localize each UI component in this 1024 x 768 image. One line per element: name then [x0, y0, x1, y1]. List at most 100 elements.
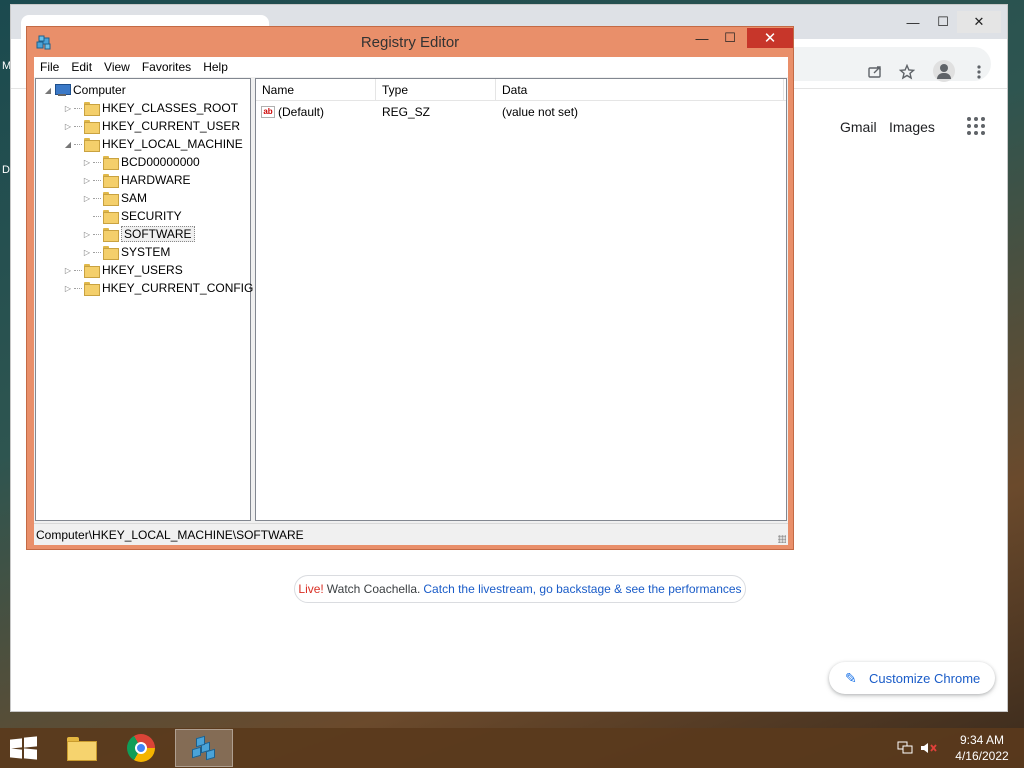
- expand-arrow-icon[interactable]: ▷: [62, 122, 74, 131]
- chrome-close-button[interactable]: ✕: [957, 11, 1001, 33]
- network-icon[interactable]: [896, 740, 914, 756]
- customize-chrome-button[interactable]: ✎ Customize Chrome: [829, 662, 995, 694]
- profile-avatar-icon[interactable]: [933, 60, 955, 82]
- folder-icon: [83, 101, 100, 116]
- tree-item-sam[interactable]: ▷ SAM: [81, 189, 147, 207]
- clock-time: 9:34 AM: [959, 733, 1005, 747]
- folder-icon: [83, 281, 100, 296]
- system-clock[interactable]: 9:34 AM 4/16/2022: [950, 732, 1014, 764]
- regedit-minimize-button[interactable]: —: [689, 28, 715, 48]
- folder-icon: [102, 209, 119, 224]
- value-name-cell: ab (Default): [261, 102, 376, 122]
- registry-editor-window: Registry Editor — ☐ ✕ File Edit View Fav…: [26, 26, 794, 550]
- expand-arrow-icon[interactable]: ▷: [81, 176, 93, 185]
- start-button[interactable]: [8, 736, 38, 760]
- tree-item-hardware[interactable]: ▷ HARDWARE: [81, 171, 191, 189]
- folder-icon: [83, 263, 100, 278]
- folder-icon: [83, 119, 100, 134]
- menu-edit[interactable]: Edit: [65, 60, 98, 74]
- expand-arrow-icon[interactable]: ▷: [81, 248, 93, 257]
- menu-help[interactable]: Help: [197, 60, 234, 74]
- tree-item-computer[interactable]: ◢ Computer: [42, 81, 126, 99]
- tree-item-hkey-current-config[interactable]: ▷ HKEY_CURRENT_CONFIG: [62, 279, 253, 297]
- regedit-menubar: File Edit View Favorites Help: [34, 57, 788, 77]
- tree-item-label: HARDWARE: [121, 173, 191, 187]
- taskbar: 9:34 AM 4/16/2022: [0, 728, 1024, 768]
- tree-item-bcd00000000[interactable]: ▷ BCD00000000: [81, 153, 200, 171]
- tree-item-label: HKEY_CURRENT_USER: [102, 119, 241, 133]
- tree-item-label: HKEY_USERS: [102, 263, 183, 277]
- share-icon[interactable]: [863, 60, 887, 84]
- tree-item-system[interactable]: ▷ SYSTEM: [81, 243, 170, 261]
- promo-link[interactable]: Catch the livestream, go backstage & see…: [423, 582, 741, 596]
- collapse-arrow-icon[interactable]: ◢: [42, 86, 54, 95]
- computer-icon: [54, 83, 71, 97]
- column-header-type[interactable]: Type: [376, 79, 496, 101]
- regedit-title: Registry Editor: [360, 33, 460, 51]
- column-header-data[interactable]: Data: [496, 79, 784, 101]
- regedit-app-icon[interactable]: [35, 33, 53, 51]
- more-icon[interactable]: [967, 60, 991, 84]
- string-value-icon: ab: [261, 106, 275, 118]
- star-icon[interactable]: [895, 60, 919, 84]
- gmail-link[interactable]: Gmail: [840, 119, 877, 135]
- folder-icon: [102, 245, 119, 260]
- volume-muted-icon[interactable]: [920, 740, 938, 756]
- registry-tree[interactable]: ◢ Computer ▷ HKEY_CLASSES_ROOT ▷ HKEY_CU…: [35, 78, 253, 521]
- tree-item-label: SAM: [121, 191, 148, 205]
- clock-date: 4/16/2022: [955, 749, 1009, 763]
- expand-arrow-icon[interactable]: ▷: [81, 230, 93, 239]
- list-item[interactable]: ab (Default) REG_SZ (value not set): [256, 102, 786, 122]
- expand-arrow-icon[interactable]: ▷: [62, 104, 74, 113]
- status-path: Computer\HKEY_LOCAL_MACHINE\SOFTWARE: [36, 527, 304, 542]
- menu-view[interactable]: View: [98, 60, 136, 74]
- taskbar-google-chrome[interactable]: [112, 729, 170, 767]
- images-link[interactable]: Images: [889, 119, 935, 135]
- value-data: (value not set): [502, 105, 579, 119]
- pencil-icon: ✎: [845, 669, 857, 686]
- folder-icon: [102, 173, 119, 188]
- promo-live-label: Live!: [298, 582, 324, 596]
- doodle-promo[interactable]: Live! Watch Coachella. Catch the livestr…: [294, 575, 746, 603]
- menu-favorites[interactable]: Favorites: [136, 60, 197, 74]
- list-header: Name Type Data: [256, 79, 786, 101]
- customize-chrome-label: Customize Chrome: [869, 670, 981, 686]
- resize-grip-icon[interactable]: [778, 535, 786, 543]
- folder-icon: [102, 155, 119, 170]
- taskbar-registry-editor[interactable]: [175, 729, 233, 767]
- expand-arrow-icon[interactable]: ▷: [81, 158, 93, 167]
- menu-file[interactable]: File: [34, 60, 65, 74]
- tree-item-hkey-local-machine[interactable]: ◢ HKEY_LOCAL_MACHINE: [62, 135, 243, 153]
- tree-item-hkey-classes-root[interactable]: ▷ HKEY_CLASSES_ROOT: [62, 99, 238, 117]
- tree-item-hkey-current-user[interactable]: ▷ HKEY_CURRENT_USER: [62, 117, 240, 135]
- tree-item-software[interactable]: ▷ SOFTWARE: [81, 225, 195, 243]
- expand-arrow-icon[interactable]: ▷: [62, 266, 74, 275]
- value-name: (Default): [278, 105, 325, 119]
- regedit-maximize-button[interactable]: ☐: [717, 28, 743, 48]
- tree-item-label-selected: SOFTWARE: [121, 226, 195, 242]
- collapse-arrow-icon[interactable]: ◢: [62, 140, 74, 149]
- promo-watch-text: Watch Coachella.: [326, 582, 421, 596]
- value-type: REG_SZ: [382, 105, 431, 119]
- folder-icon: [102, 191, 119, 206]
- tree-item-security[interactable]: SECURITY: [81, 207, 182, 225]
- taskbar-file-explorer[interactable]: [52, 729, 110, 767]
- desktop-icon-label-d: D: [2, 164, 10, 176]
- folder-icon: [83, 137, 100, 152]
- registry-values-list[interactable]: Name Type Data ab (Default) REG_SZ (valu…: [255, 78, 787, 521]
- regedit-close-button[interactable]: ✕: [747, 28, 793, 48]
- tree-item-label: HKEY_LOCAL_MACHINE: [102, 137, 243, 151]
- regedit-client-area: ◢ Computer ▷ HKEY_CLASSES_ROOT ▷ HKEY_CU…: [34, 77, 788, 545]
- tree-item-label: SYSTEM: [121, 245, 171, 259]
- tree-item-hkey-users[interactable]: ▷ HKEY_USERS: [62, 261, 183, 279]
- expand-arrow-icon[interactable]: ▷: [62, 284, 74, 293]
- regedit-titlebar[interactable]: Registry Editor: [27, 27, 793, 57]
- tree-item-label: HKEY_CURRENT_CONFIG: [102, 281, 254, 295]
- tree-item-label: BCD00000000: [121, 155, 200, 169]
- column-header-name[interactable]: Name: [256, 79, 376, 101]
- tree-item-label: Computer: [73, 83, 126, 97]
- tree-item-label: HKEY_CLASSES_ROOT: [102, 101, 239, 115]
- folder-icon: [102, 227, 119, 242]
- google-apps-icon[interactable]: [967, 117, 985, 135]
- expand-arrow-icon[interactable]: ▷: [81, 194, 93, 203]
